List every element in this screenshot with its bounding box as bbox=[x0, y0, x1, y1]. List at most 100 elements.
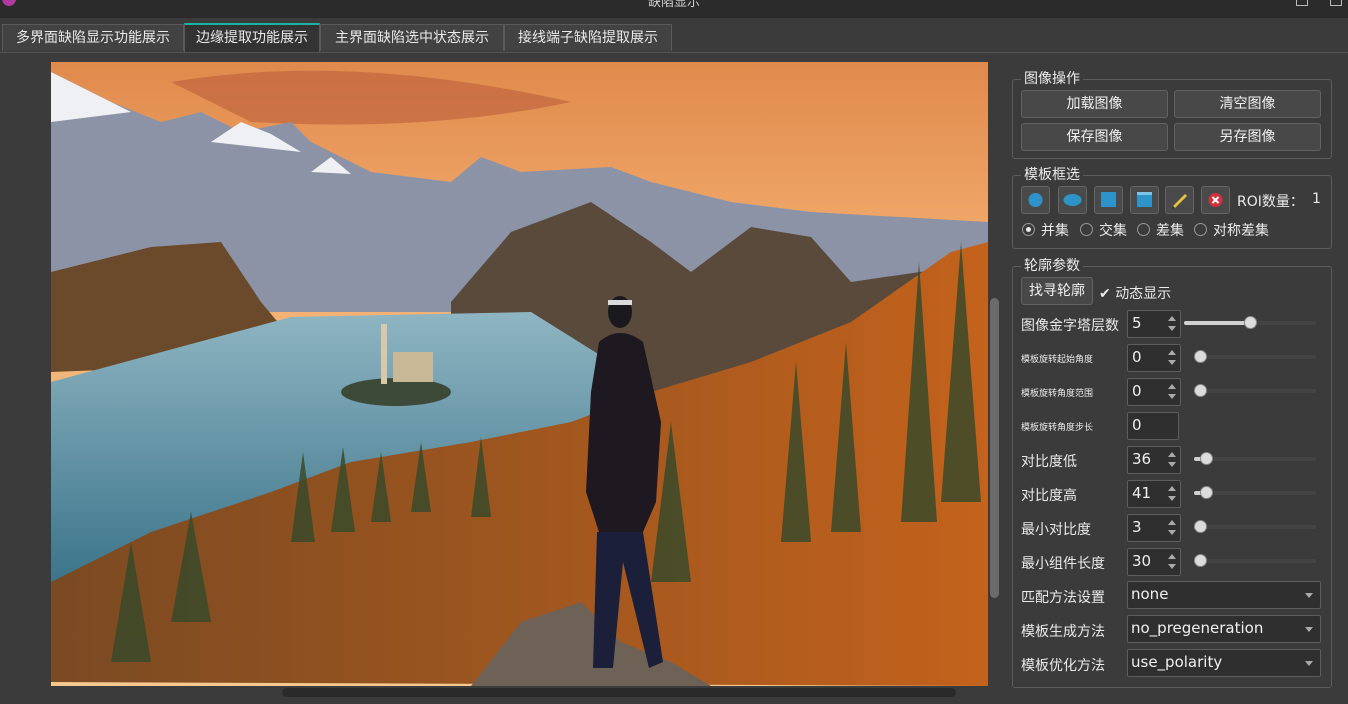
param-label-pyramid: 图像金字塔层数 bbox=[1021, 318, 1119, 334]
landscape-image bbox=[51, 62, 988, 686]
spin-down-icon[interactable] bbox=[1168, 360, 1176, 365]
delete-roi-button[interactable] bbox=[1201, 186, 1230, 214]
contrast-high-spinbox[interactable]: 41 bbox=[1127, 480, 1181, 508]
min-contrast-spinbox[interactable]: 3 bbox=[1127, 514, 1181, 542]
angle-range-value: 0 bbox=[1132, 382, 1142, 400]
param-label-min-contrast: 最小对比度 bbox=[1021, 522, 1091, 538]
load-image-button[interactable]: 加载图像 bbox=[1021, 90, 1168, 118]
slider-handle[interactable] bbox=[1194, 384, 1207, 397]
angle-step-value: 0 bbox=[1132, 416, 1142, 434]
horizontal-scrollbar[interactable] bbox=[282, 688, 956, 697]
window-title: 缺陷显示 bbox=[647, 0, 700, 10]
spin-up-icon[interactable] bbox=[1168, 520, 1176, 525]
image-ops-title: 图像操作 bbox=[1021, 68, 1083, 88]
param-label-contrast-high: 对比度高 bbox=[1021, 488, 1077, 504]
slider-handle[interactable] bbox=[1194, 520, 1207, 533]
ellipse-roi-button[interactable] bbox=[1058, 186, 1087, 214]
mode-intersect-label: 交集 bbox=[1099, 223, 1127, 239]
roi-count-label: ROI数量： bbox=[1237, 194, 1304, 210]
tab-terminal-defect[interactable]: 接线端子缺陷提取展示 bbox=[504, 24, 672, 51]
find-contour-button[interactable]: 找寻轮廓 bbox=[1021, 277, 1093, 305]
match-method-label: 匹配方法设置 bbox=[1021, 590, 1105, 606]
match-method-value: none bbox=[1131, 585, 1169, 603]
clear-image-button[interactable]: 清空图像 bbox=[1174, 90, 1321, 118]
chevron-down-icon bbox=[1305, 593, 1313, 598]
min-contrast-slider[interactable] bbox=[1194, 520, 1316, 533]
mode-intersect-radio[interactable] bbox=[1080, 223, 1093, 236]
spin-up-icon[interactable] bbox=[1168, 316, 1176, 321]
image-view[interactable] bbox=[51, 62, 988, 686]
template-select-title: 模板框选 bbox=[1021, 164, 1083, 184]
spin-down-icon[interactable] bbox=[1168, 394, 1176, 399]
pyramid-spinbox[interactable]: 5 bbox=[1127, 310, 1181, 338]
mode-union-radio[interactable] bbox=[1022, 223, 1035, 236]
circle-roi-button[interactable] bbox=[1021, 186, 1050, 214]
mode-union-label: 并集 bbox=[1041, 223, 1069, 239]
vertical-scrollbar[interactable] bbox=[990, 298, 999, 598]
param-label-angle-range: 模板旋转角度范围 bbox=[1021, 389, 1094, 399]
pyramid-value: 5 bbox=[1132, 314, 1142, 332]
param-label-contrast-low: 对比度低 bbox=[1021, 454, 1077, 470]
spin-down-icon[interactable] bbox=[1168, 326, 1176, 331]
spin-up-icon[interactable] bbox=[1168, 452, 1176, 457]
match-method-select[interactable]: none bbox=[1127, 581, 1321, 609]
save-as-image-button[interactable]: 另存图像 bbox=[1174, 123, 1321, 151]
contrast-low-slider[interactable] bbox=[1194, 452, 1316, 465]
spin-down-icon[interactable] bbox=[1168, 496, 1176, 501]
tab-multi-view[interactable]: 多界面缺陷显示功能展示 bbox=[2, 24, 184, 51]
spin-up-icon[interactable] bbox=[1168, 554, 1176, 559]
spin-down-icon[interactable] bbox=[1168, 462, 1176, 467]
min-length-spinbox[interactable]: 30 bbox=[1127, 548, 1181, 576]
delete-icon bbox=[1208, 193, 1223, 207]
angle-start-slider[interactable] bbox=[1194, 350, 1316, 363]
slider-handle[interactable] bbox=[1200, 486, 1213, 499]
gen-method-label: 模板生成方法 bbox=[1021, 624, 1105, 640]
mode-symdiff-radio[interactable] bbox=[1194, 223, 1207, 236]
slider-handle[interactable] bbox=[1200, 452, 1213, 465]
dynamic-display-label: 动态显示 bbox=[1115, 286, 1172, 302]
angle-range-slider[interactable] bbox=[1194, 384, 1316, 397]
rectangle-icon bbox=[1101, 192, 1116, 207]
close-icon[interactable] bbox=[1330, 0, 1342, 6]
brush-roi-button[interactable] bbox=[1165, 186, 1194, 214]
angle-start-spinbox[interactable]: 0 bbox=[1127, 344, 1181, 372]
contrast-low-value: 36 bbox=[1132, 450, 1152, 468]
checkmark-icon: ✔ bbox=[1099, 286, 1111, 302]
slider-handle[interactable] bbox=[1244, 316, 1257, 329]
spin-up-icon[interactable] bbox=[1168, 486, 1176, 491]
slider-handle[interactable] bbox=[1194, 554, 1207, 567]
chevron-down-icon bbox=[1305, 627, 1313, 632]
spin-down-icon[interactable] bbox=[1168, 530, 1176, 535]
slider-handle[interactable] bbox=[1194, 350, 1207, 363]
spin-down-icon[interactable] bbox=[1168, 564, 1176, 569]
min-length-slider[interactable] bbox=[1194, 554, 1316, 567]
circle-icon bbox=[1028, 193, 1043, 207]
ellipse-icon bbox=[1063, 194, 1082, 206]
contour-params-title: 轮廓参数 bbox=[1021, 255, 1083, 275]
gen-method-select[interactable]: no_pregeneration bbox=[1127, 615, 1321, 643]
angle-range-spinbox[interactable]: 0 bbox=[1127, 378, 1181, 406]
mode-difference-radio[interactable] bbox=[1137, 223, 1150, 236]
rotated-rectangle-icon bbox=[1137, 192, 1152, 207]
title-bar: 缺陷显示 bbox=[0, 0, 1348, 18]
pyramid-slider[interactable] bbox=[1184, 316, 1316, 329]
maximize-icon[interactable] bbox=[1296, 0, 1308, 6]
rectangle-roi-button[interactable] bbox=[1094, 186, 1123, 214]
opt-method-select[interactable]: use_polarity bbox=[1127, 649, 1321, 677]
mode-symdiff-label: 对称差集 bbox=[1213, 223, 1269, 239]
contrast-high-slider[interactable] bbox=[1194, 486, 1316, 499]
chevron-down-icon bbox=[1305, 661, 1313, 666]
angle-start-value: 0 bbox=[1132, 348, 1142, 366]
tab-main-selection[interactable]: 主界面缺陷选中状态展示 bbox=[320, 24, 504, 51]
param-label-angle-start: 模板旋转起始角度 bbox=[1021, 355, 1094, 365]
rotated-rectangle-roi-button[interactable] bbox=[1130, 186, 1159, 214]
dynamic-display-checkbox[interactable]: ✔ 动态显示 bbox=[1099, 283, 1171, 303]
spin-up-icon[interactable] bbox=[1168, 350, 1176, 355]
save-image-button[interactable]: 保存图像 bbox=[1021, 123, 1168, 151]
contrast-high-value: 41 bbox=[1132, 484, 1152, 502]
angle-step-input[interactable]: 0 bbox=[1127, 412, 1179, 440]
spin-up-icon[interactable] bbox=[1168, 384, 1176, 389]
tab-edge-extract[interactable]: 边缘提取功能展示 bbox=[184, 23, 320, 52]
min-length-value: 30 bbox=[1132, 552, 1152, 570]
contrast-low-spinbox[interactable]: 36 bbox=[1127, 446, 1181, 474]
